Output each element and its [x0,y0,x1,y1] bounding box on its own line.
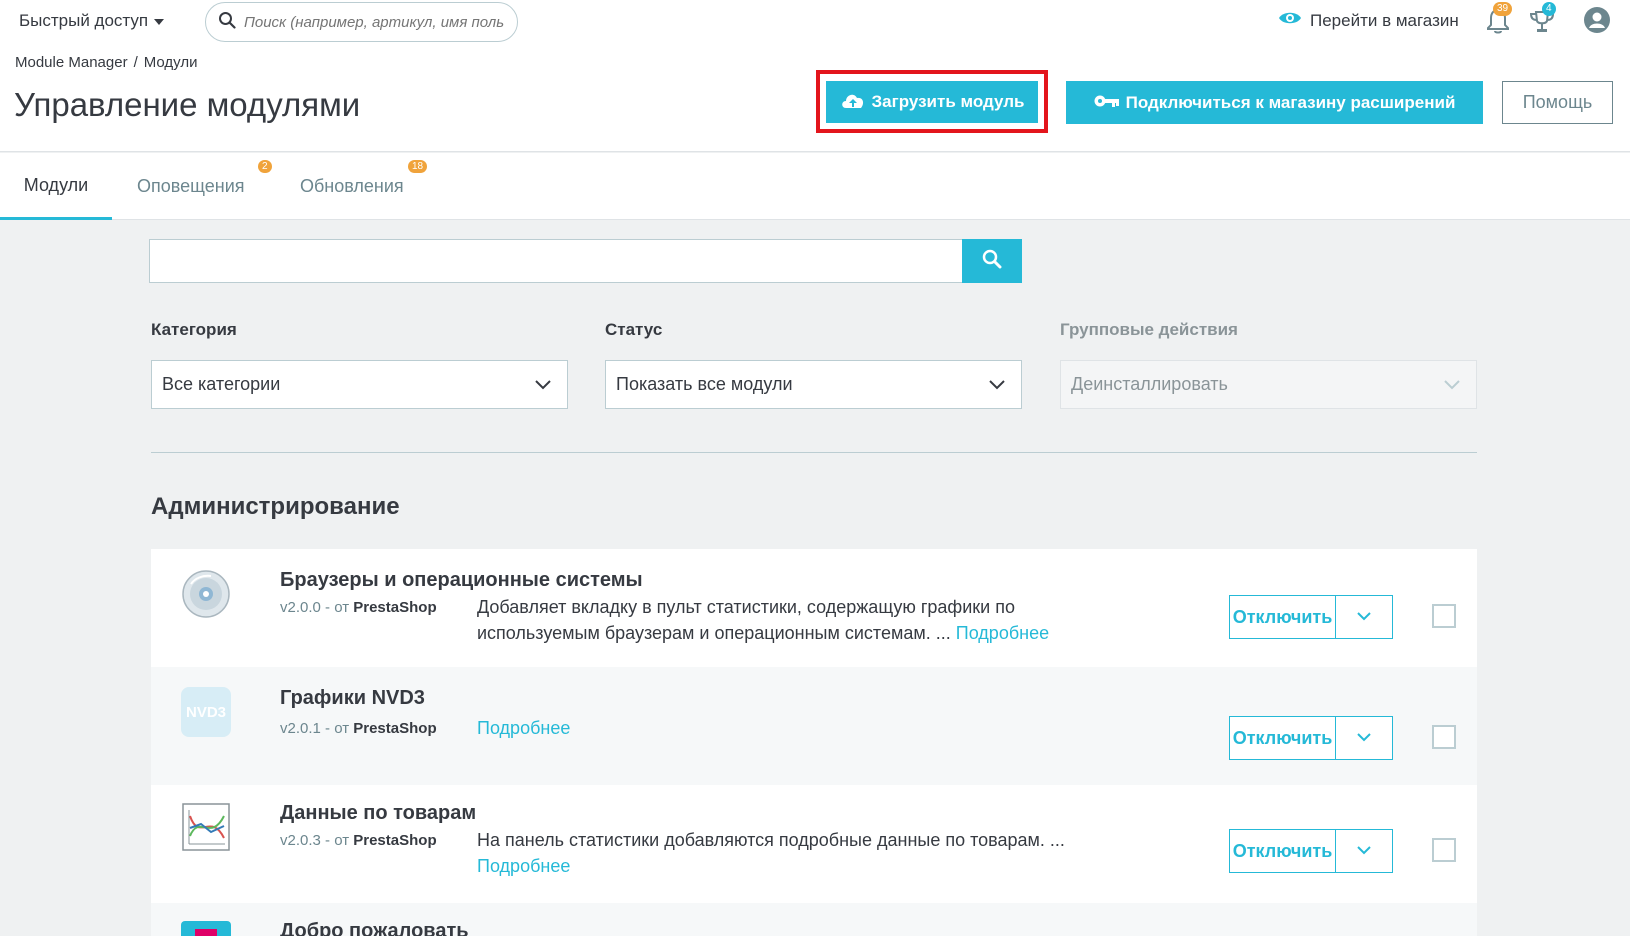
eye-icon [1278,10,1302,31]
connect-addons-label: Подключиться к магазину расширений [1125,92,1456,112]
module-search-input[interactable] [149,239,963,283]
welcome-icon-mark [195,929,217,936]
bulk-actions-value: Деинсталлировать [1071,374,1228,394]
module-description: На панель статистики добавляются подробн… [477,827,1097,879]
breadcrumb: Module Manager / Модули [15,54,197,71]
chart-icon [181,802,231,852]
breadcrumb-root[interactable]: Module Manager [15,54,128,71]
alerts-badge: 2 [258,160,272,173]
module-description: Подробнее [477,715,1097,741]
status-select[interactable]: Показать все модули [605,360,1022,409]
module-checkbox[interactable] [1432,604,1456,628]
disable-button[interactable]: Отключить [1229,829,1336,873]
updates-badge: 18 [408,160,428,173]
bulk-actions-select: Деинсталлировать [1060,360,1477,409]
breadcrumb-current: Модули [143,54,198,71]
upload-module-button[interactable]: Загрузить модуль [826,81,1038,123]
tab-bar: Модули Оповещения 2 Обновления 18 [0,153,1630,220]
module-row: Браузеры и операционные системы v2.0.0 -… [151,549,1477,667]
tab-updates[interactable]: Обновления 18 [300,153,428,220]
category-value: Все категории [162,374,281,394]
read-more-link[interactable]: Подробнее [956,623,1049,643]
module-actions-dropdown[interactable] [1335,716,1393,760]
module-row: NVD3 Графики NVD3 v2.0.1 - от PrestaShop… [151,667,1477,785]
disable-button[interactable]: Отключить [1229,595,1336,639]
quick-access-label: Быстрый доступ [19,11,149,30]
module-author: PrestaShop [353,720,437,737]
module-checkbox[interactable] [1432,725,1456,749]
read-more-link[interactable]: Подробнее [477,856,570,876]
view-store-label: Перейти в магазин [1310,10,1459,30]
module-name: Графики NVD3 [280,687,425,709]
breadcrumb-separator: / [133,54,138,71]
tab-modules[interactable]: Модули [0,153,112,220]
module-description-text: Добавляет вкладку в пульт статистики, со… [477,597,1015,643]
trophy-icon [1528,11,1556,40]
module-name: Добро пожаловать [280,920,469,936]
module-version-text: v2.0.3 - от [280,832,350,849]
module-version-text: v2.0.1 - от [280,720,350,737]
module-version: v2.0.0 - от PrestaShop [280,599,437,616]
chevron-down-icon [989,374,1005,395]
view-store-link[interactable]: Перейти в магазин [1278,10,1459,31]
header-search[interactable] [205,2,518,42]
module-author: PrestaShop [353,832,437,849]
chevron-down-icon [1444,374,1460,395]
profile-button[interactable] [1583,6,1613,36]
nvd3-icon-text: NVD3 [185,703,226,721]
chevron-down-icon [535,374,551,395]
cd-icon [181,569,231,619]
read-more-link[interactable]: Подробнее [477,718,570,738]
tab-label: Обновления [300,176,404,196]
module-name: Данные по товарам [280,802,477,824]
tab-label: Модули [23,174,89,195]
notifications-badge: 39 [1493,2,1513,16]
cloud-upload-icon [840,91,866,114]
divider [151,452,1477,453]
section-title: Администрирование [151,493,400,520]
welcome-icon [181,921,231,936]
top-header: Быстрый доступ Перейти в магазин 39 4 Mo… [0,0,1630,152]
module-description-text: На панель статистики добавляются подробн… [477,830,1065,850]
category-select[interactable]: Все категории [151,360,568,409]
module-author: PrestaShop [353,599,437,616]
search-icon [218,11,236,34]
chevron-down-icon [1357,608,1371,626]
disable-button[interactable]: Отключить [1229,716,1336,760]
status-label: Статус [605,320,663,339]
module-search-button[interactable] [962,239,1022,283]
category-label: Категория [151,320,237,339]
trophy-badge: 4 [1542,2,1556,16]
module-actions-dropdown[interactable] [1335,829,1393,873]
search-icon [982,249,1002,274]
notifications-button[interactable]: 39 [1485,2,1515,36]
page-title: Управление модулями [14,86,361,123]
status-value: Показать все модули [616,374,793,394]
tab-alerts[interactable]: Оповещения 2 [137,153,272,220]
connect-addons-button[interactable]: Подключиться к магазину расширений [1066,81,1483,124]
module-checkbox[interactable] [1432,838,1456,862]
tab-label: Оповещения [137,176,245,196]
nvd3-icon: NVD3 [181,687,231,737]
module-row: Данные по товарам v2.0.3 - от PrestaShop… [151,785,1477,903]
bulk-actions-label: Групповые действия [1060,320,1238,339]
module-actions-dropdown[interactable] [1335,595,1393,639]
chevron-down-icon [1357,842,1371,860]
user-avatar-icon [1583,7,1611,38]
chevron-down-icon [1357,729,1371,747]
bell-icon [1485,8,1511,40]
upload-module-label: Загрузить модуль [871,92,1025,111]
caret-down-icon [154,19,165,25]
help-button[interactable]: Помощь [1502,81,1613,124]
module-row: Добро пожаловать [151,903,1477,936]
module-name: Браузеры и операционные системы [280,569,643,591]
trophy-button[interactable]: 4 [1528,2,1558,36]
module-version-text: v2.0.0 - от [280,599,350,616]
module-description: Добавляет вкладку в пульт статистики, со… [477,594,1097,646]
key-icon [1094,93,1120,113]
module-version: v2.0.1 - от PrestaShop [280,720,437,737]
module-version: v2.0.3 - от PrestaShop [280,832,437,849]
quick-access-dropdown[interactable]: Быстрый доступ [19,11,165,31]
header-search-input[interactable] [244,13,504,31]
